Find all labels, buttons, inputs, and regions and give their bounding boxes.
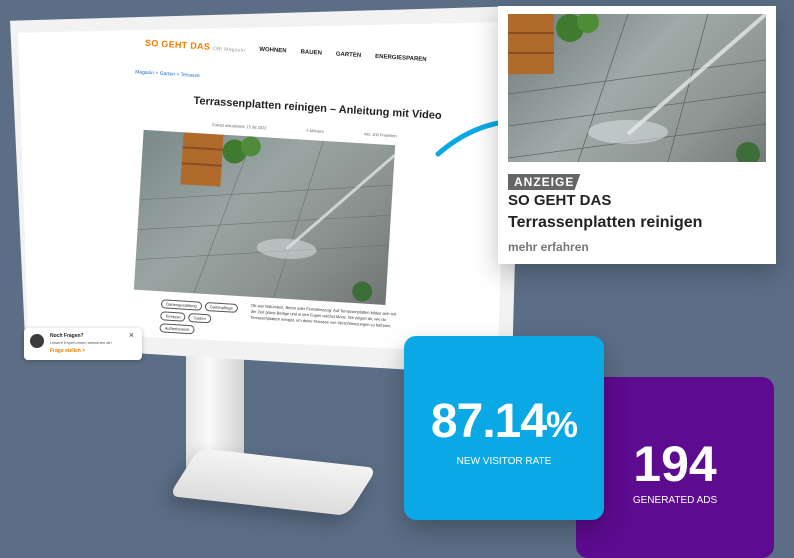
- article-headline: Terrassenplatten reinigen – Anleitung mi…: [193, 94, 442, 123]
- ad-title: Terrassenplatten reinigen: [508, 214, 703, 231]
- help-title: Noch Fragen?: [50, 333, 84, 339]
- tag-chip[interactable]: Garten: [188, 312, 212, 324]
- site-logo[interactable]: SO GEHT DAS OBI Magazin: [145, 38, 246, 54]
- meta-projects: inkl. 100 Projekten: [363, 131, 397, 139]
- tag-chip[interactable]: Terrasse: [160, 311, 186, 322]
- ad-image: [508, 14, 766, 162]
- nav-item-energiesparen[interactable]: ENERGIESPAREN: [375, 54, 427, 63]
- meta-updated: Zuletzt aktualisiert: 15.08.2023: [211, 122, 267, 131]
- breadcrumb[interactable]: Magazin > Garten > Terrasse: [135, 69, 200, 79]
- tag-chip[interactable]: Gartenpflege: [204, 301, 239, 313]
- nav-item-wohnen[interactable]: WOHNEN: [259, 47, 287, 55]
- article-hero-image: [133, 129, 396, 305]
- meta-duration: 5 Minuten: [306, 127, 325, 134]
- avatar: [30, 334, 44, 348]
- tag-chip[interactable]: Außenbereich: [159, 323, 195, 335]
- stat-card-visitor-rate: 87.14% NEW VISITOR RATE: [404, 336, 604, 520]
- close-icon[interactable]: ×: [129, 330, 134, 340]
- ad-brand: SO GEHT DAS: [508, 192, 612, 209]
- stat-label: GENERATED ADS: [632, 495, 718, 506]
- site-nav: SO GEHT DAS OBI Magazin WOHNEN BAUEN GART…: [145, 38, 427, 65]
- help-widget: Noch Fragen? Unsere Expert:innen antwort…: [24, 328, 142, 360]
- ad-cta-link[interactable]: mehr erfahren: [508, 240, 589, 254]
- ad-badge: ANZEIGE: [508, 174, 581, 190]
- tag-chip[interactable]: Gartengestaltung: [160, 299, 202, 311]
- help-text: Unsere Expert:innen antworten dir!: [50, 340, 112, 345]
- nav-item-garten[interactable]: GARTEN: [336, 51, 362, 59]
- stat-value: 194: [633, 436, 717, 492]
- stat-card-ads: 194 GENERATED ADS: [576, 377, 774, 558]
- article-tags: Gartengestaltung Gartenpflege Terrasse G…: [159, 299, 241, 337]
- stat-label: NEW VISITOR RATE: [456, 456, 552, 467]
- ad-card[interactable]: ANZEIGE SO GEHT DAS Terrassenplatten rei…: [498, 6, 776, 264]
- help-cta-link[interactable]: Frage stellen >: [50, 348, 85, 354]
- stat-value: 87.14%: [430, 395, 578, 448]
- monitor-base: [168, 448, 378, 516]
- nav-item-bauen[interactable]: BAUEN: [300, 49, 322, 56]
- article-lead: Ob aus Naturstein, Beton oder Feinsteinz…: [250, 302, 397, 329]
